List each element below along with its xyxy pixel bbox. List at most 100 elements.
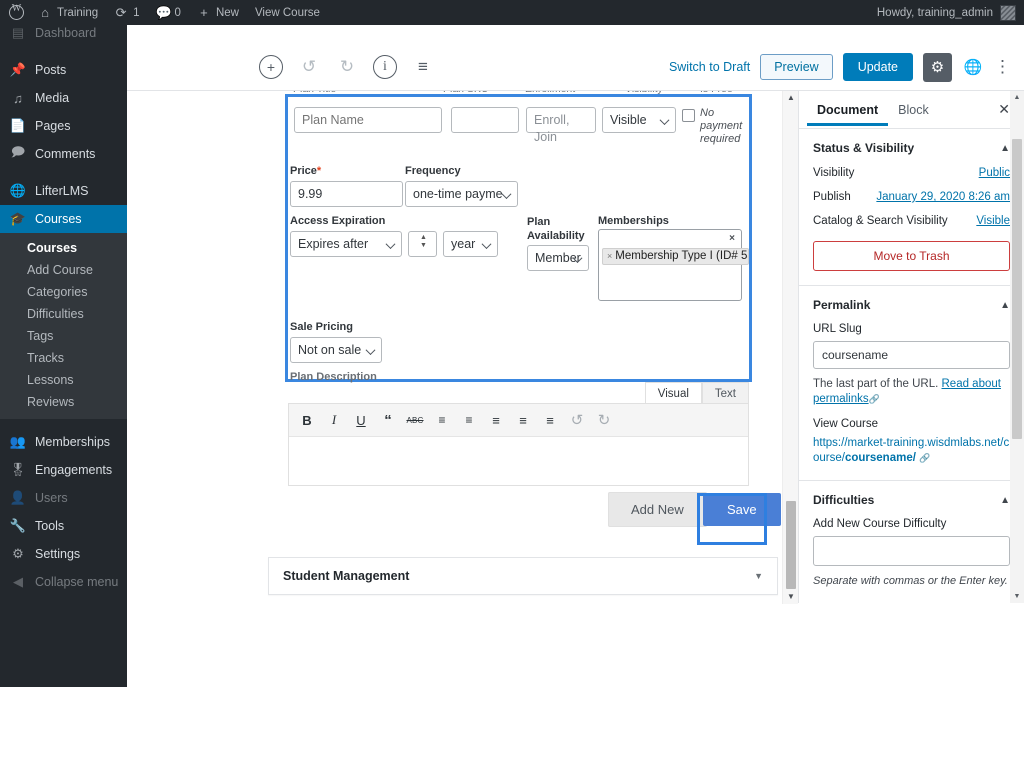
submenu-item-tracks[interactable]: Tracks	[0, 347, 127, 369]
visibility-value-button[interactable]: Public	[979, 167, 1010, 179]
frequency-select[interactable]: one-time payme	[405, 181, 518, 207]
price-input[interactable]: 9.99	[290, 181, 403, 207]
publish-date-button[interactable]: January 29, 2020 8:26 am	[876, 191, 1010, 203]
sale-pricing-select[interactable]: Not on sale	[290, 337, 382, 363]
membership-tag[interactable]: × Membership Type I (ID# 53	[602, 248, 749, 265]
new-content-menu[interactable]: + New	[189, 0, 247, 25]
sidebar-item-tools[interactable]: 🔧 Tools	[0, 512, 127, 540]
preview-button[interactable]: Preview	[760, 54, 833, 80]
sidebar-item-label: Dashboard	[35, 26, 97, 40]
sidebar-item-engagements[interactable]: 🎖 Engagements	[0, 456, 127, 484]
tab-text[interactable]: Text	[701, 382, 749, 405]
access-expiration-select[interactable]: Expires after	[290, 231, 402, 257]
editor-content-area[interactable]	[289, 437, 748, 485]
underline-icon[interactable]: U	[353, 411, 369, 429]
access-period-select[interactable]: year	[443, 231, 498, 257]
canvas-scrollbar-thumb[interactable]	[786, 501, 796, 589]
sidebar-item-posts[interactable]: 📌 Posts	[0, 56, 127, 84]
submenu-item-lessons[interactable]: Lessons	[0, 369, 127, 391]
submenu-item-categories[interactable]: Categories	[0, 281, 127, 303]
catalog-visibility-value-button[interactable]: Visible	[976, 215, 1010, 227]
sidebar-item-comments[interactable]: 🗩 Comments	[0, 140, 127, 168]
tab-visual[interactable]: Visual	[644, 382, 702, 405]
add-difficulty-input[interactable]	[813, 536, 1010, 566]
access-length-input[interactable]: ▲ ▼	[408, 231, 437, 257]
scroll-up-icon[interactable]: ▲	[1010, 91, 1024, 104]
difficulties-title: Difficulties	[813, 493, 875, 507]
sidebar-scrollbar-thumb[interactable]	[1012, 139, 1022, 439]
wordpress-logo-button[interactable]	[0, 0, 30, 25]
italic-icon[interactable]: I	[326, 411, 342, 429]
list-view-icon[interactable]: ≡	[411, 55, 435, 79]
url-slug-input[interactable]	[813, 341, 1010, 369]
scroll-down-icon[interactable]: ▼	[1010, 590, 1024, 603]
no-payment-checkbox[interactable]	[682, 109, 695, 122]
account-area[interactable]: Howdy, training_admin	[877, 4, 1024, 21]
remove-membership-icon[interactable]: ×	[607, 251, 612, 261]
plus-circle-icon[interactable]: +	[259, 55, 283, 79]
sidebar-item-dashboard[interactable]: ▤ Dashboard	[0, 25, 127, 47]
clear-memberships-icon[interactable]: ×	[729, 233, 735, 244]
bold-icon[interactable]: B	[299, 411, 315, 429]
submenu-item-tags[interactable]: Tags	[0, 325, 127, 347]
info-circle-icon[interactable]: i	[373, 55, 397, 79]
sidebar-item-courses[interactable]: 🎓 Courses	[0, 205, 127, 233]
undo-icon[interactable]: ↺	[569, 411, 585, 429]
redo-icon[interactable]: ↻	[335, 55, 359, 79]
plan-name-input[interactable]	[294, 107, 442, 133]
student-management-panel[interactable]: Student Management ▼	[268, 557, 778, 595]
submenu-item-difficulties[interactable]: Difficulties	[0, 303, 127, 325]
update-button[interactable]: Update	[842, 53, 913, 81]
caret-up-icon[interactable]: ▲	[1000, 495, 1010, 506]
status-visibility-header[interactable]: Status & Visibility ▲	[813, 141, 1010, 155]
tab-block[interactable]: Block	[888, 93, 939, 126]
sidebar-item-settings[interactable]: ⚙ Settings	[0, 540, 127, 568]
permalink-header[interactable]: Permalink ▲	[813, 298, 1010, 312]
undo-icon[interactable]: ↺	[297, 55, 321, 79]
globe-icon[interactable]: 🌐	[962, 58, 984, 76]
plan-availability-select[interactable]: Member	[527, 245, 589, 271]
align-center-icon[interactable]: ≡	[515, 411, 531, 429]
canvas-scrollbar[interactable]: ▲ ▼	[782, 91, 798, 604]
sidebar-item-media[interactable]: ♫ Media	[0, 84, 127, 112]
visibility-select[interactable]: Visible	[602, 107, 676, 133]
caret-up-icon[interactable]: ▲	[1000, 300, 1010, 311]
gear-icon[interactable]: ⚙	[923, 52, 952, 82]
editor-canvas: Plan Title Plan SKU Enrollment Visibilit…	[127, 91, 798, 604]
kebab-menu-icon[interactable]: ⋮	[994, 58, 1011, 75]
redo-icon[interactable]: ↻	[596, 411, 612, 429]
plan-sku-input[interactable]	[451, 107, 519, 133]
scroll-up-icon[interactable]: ▲	[783, 91, 798, 105]
sidebar-item-pages[interactable]: 📄 Pages	[0, 112, 127, 140]
caret-down-icon[interactable]: ▼	[754, 571, 763, 581]
sidebar-item-label: LifterLMS	[35, 184, 89, 198]
strikethrough-icon[interactable]: ABC	[406, 411, 423, 429]
submenu-item-add-course[interactable]: Add Course	[0, 259, 127, 281]
sidebar-item-memberships[interactable]: 👥 Memberships	[0, 428, 127, 456]
memberships-multiselect[interactable]: × × Membership Type I (ID# 53	[598, 229, 749, 301]
tab-document[interactable]: Document	[807, 93, 888, 126]
view-course-permalink[interactable]: https://market-training.wisdmlabs.net/co…	[813, 436, 1010, 466]
enrollment-input[interactable]: Enroll, Join	[526, 107, 596, 144]
view-course-link[interactable]: View Course	[247, 0, 328, 25]
caret-up-icon[interactable]: ▲	[1000, 143, 1010, 154]
numbered-list-icon[interactable]: ≡	[461, 411, 477, 429]
sidebar-item-lifterlms[interactable]: 🌐 LifterLMS	[0, 177, 127, 205]
move-to-trash-button[interactable]: Move to Trash	[813, 241, 1010, 271]
difficulties-header[interactable]: Difficulties ▲	[813, 493, 1010, 507]
align-right-icon[interactable]: ≡	[542, 411, 558, 429]
bulleted-list-icon[interactable]: ≡	[434, 411, 450, 429]
add-new-button[interactable]: Add New	[608, 492, 707, 527]
site-name-menu[interactable]: ⌂ Training	[30, 0, 106, 25]
blockquote-icon[interactable]: “	[380, 411, 396, 429]
sidebar-item-users[interactable]: 👤 Users	[0, 484, 127, 512]
updates-menu[interactable]: ⟳ 1	[106, 0, 147, 25]
sidebar-scrollbar[interactable]: ▲ ▼	[1010, 91, 1024, 603]
switch-to-draft-button[interactable]: Switch to Draft	[669, 60, 750, 74]
submenu-item-courses[interactable]: Courses	[0, 237, 127, 259]
scroll-down-icon[interactable]: ▼	[783, 590, 798, 604]
submenu-item-reviews[interactable]: Reviews	[0, 391, 127, 413]
collapse-menu-button[interactable]: ◀ Collapse menu	[0, 568, 127, 596]
comments-menu[interactable]: 💬 0	[148, 0, 189, 25]
align-left-icon[interactable]: ≡	[488, 411, 504, 429]
